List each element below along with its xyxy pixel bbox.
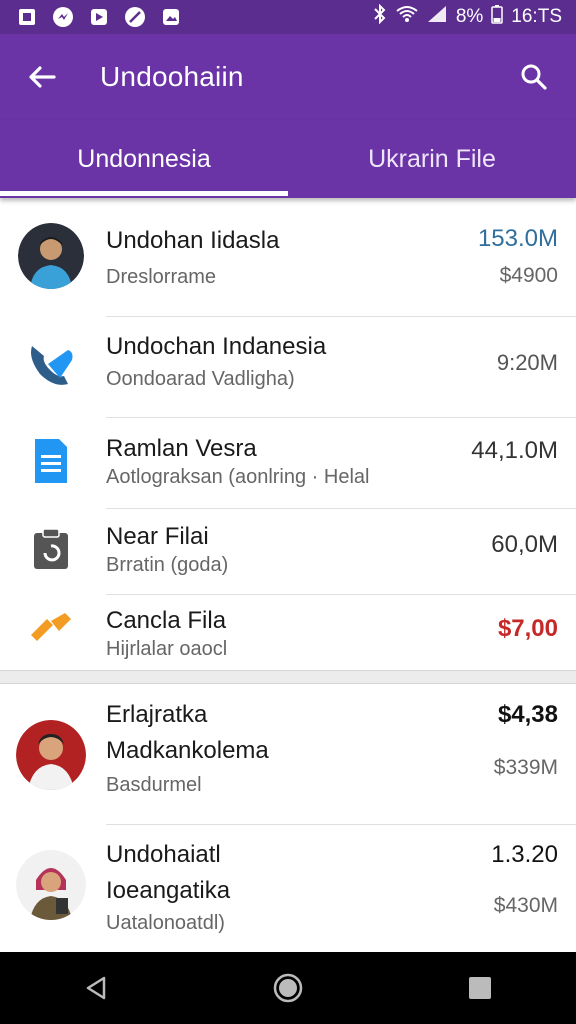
item-title: Near Filai xyxy=(106,523,209,550)
list-item[interactable]: Near Filai Brratin (goda) 60,0M xyxy=(0,516,576,596)
clock-time: 16:TS xyxy=(511,6,562,27)
photo-icon xyxy=(160,6,182,28)
item-amount-sub: $339M xyxy=(493,756,558,779)
battery-text: 8% xyxy=(455,6,484,27)
page-title: Undoohaiin xyxy=(100,61,244,92)
tab-bar: Undonnesia Ukrarin File xyxy=(0,120,576,198)
divider xyxy=(106,824,576,825)
system-nav-bar xyxy=(0,952,576,1024)
divider xyxy=(106,417,576,418)
item-subtitle: Basdurmel xyxy=(106,774,202,796)
list-item[interactable]: Undohan Iidasla Dreslorrame 153.0M $4900 xyxy=(0,218,576,318)
item-amount: 9:20M xyxy=(496,350,558,375)
list-item[interactable]: Undohaiatl Ioeangatika Uatalonoatdl) 1.3… xyxy=(0,840,576,952)
battery-icon xyxy=(491,4,504,30)
list-item[interactable]: Cancla Fila Hijrlalar oaocl $7,00 xyxy=(0,600,576,670)
item-title-line2: Madkankolema xyxy=(106,737,269,764)
wifi-icon xyxy=(396,5,418,29)
list-item[interactable]: Erlajratka Madkankolema Basdurmel $4,38 … xyxy=(0,700,576,820)
item-amount: $7,00 xyxy=(497,615,558,642)
phone-icon xyxy=(18,332,84,398)
tab-undonnesia[interactable]: Undonnesia xyxy=(0,120,288,198)
signal-icon xyxy=(426,4,448,30)
system-status: 8% 16:TS xyxy=(372,3,562,30)
section-divider xyxy=(0,670,576,684)
avatar xyxy=(16,720,86,790)
avatar xyxy=(16,850,86,920)
item-subtitle: Dreslorrame xyxy=(106,266,217,288)
item-amount-sub: $4900 xyxy=(499,264,558,287)
app-bar: Undoohaiin xyxy=(0,34,576,120)
list-item[interactable]: Undochan Indanesia Oondoarad Vadligha) 9… xyxy=(0,328,576,416)
item-title-line2: Ioeangatika xyxy=(106,877,231,904)
item-amount: 60,0M xyxy=(491,531,558,558)
search-icon[interactable] xyxy=(514,57,554,97)
divider xyxy=(106,508,576,509)
status-bar: 8% 16:TS xyxy=(0,0,576,34)
item-title: Undohaiatl xyxy=(106,841,221,868)
item-amount: $4,38 xyxy=(497,701,558,728)
tag-icon xyxy=(18,596,84,662)
recents-square-icon[interactable] xyxy=(455,963,505,1013)
item-subtitle: Oondoarad Vadligha) xyxy=(106,368,295,390)
notification-icons xyxy=(16,6,182,28)
document-icon xyxy=(18,428,84,494)
divider xyxy=(106,594,576,595)
item-title: Cancla Fila xyxy=(106,607,227,634)
item-amount: 44,1.0M xyxy=(471,437,558,464)
item-amount-sub: $430M xyxy=(493,894,558,917)
arrow-left-icon[interactable] xyxy=(22,57,62,97)
avatar xyxy=(18,223,84,289)
item-amount: 1.3.20 xyxy=(491,841,558,868)
list-item[interactable]: Ramlan Vesra Aotlograksan (aonlring · He… xyxy=(0,428,576,510)
square-app-icon xyxy=(16,6,38,28)
item-subtitle: Hijrlalar oaocl xyxy=(106,638,228,660)
item-amount: 153.0M xyxy=(477,225,558,252)
home-circle-icon[interactable] xyxy=(263,963,313,1013)
bluetooth-icon xyxy=(372,3,388,30)
clipboard-icon xyxy=(18,516,84,582)
messenger-icon xyxy=(52,6,74,28)
item-title: Undohan Iidasla xyxy=(106,227,280,254)
divider xyxy=(106,316,576,317)
item-title: Erlajratka xyxy=(106,701,208,728)
item-subtitle: Uatalonoatdl) xyxy=(106,912,225,934)
item-title: Ramlan Vesra xyxy=(106,435,257,462)
item-subtitle: Brratin (goda) xyxy=(106,554,229,576)
item-title: Undochan Indanesia xyxy=(106,333,327,360)
back-triangle-icon[interactable] xyxy=(71,963,121,1013)
tab-ukrarin-file[interactable]: Ukrarin File xyxy=(288,120,576,198)
no-sign-icon xyxy=(124,6,146,28)
video-icon xyxy=(88,6,110,28)
item-subtitle: Aotlograksan (aonlring · Helal xyxy=(106,466,370,488)
